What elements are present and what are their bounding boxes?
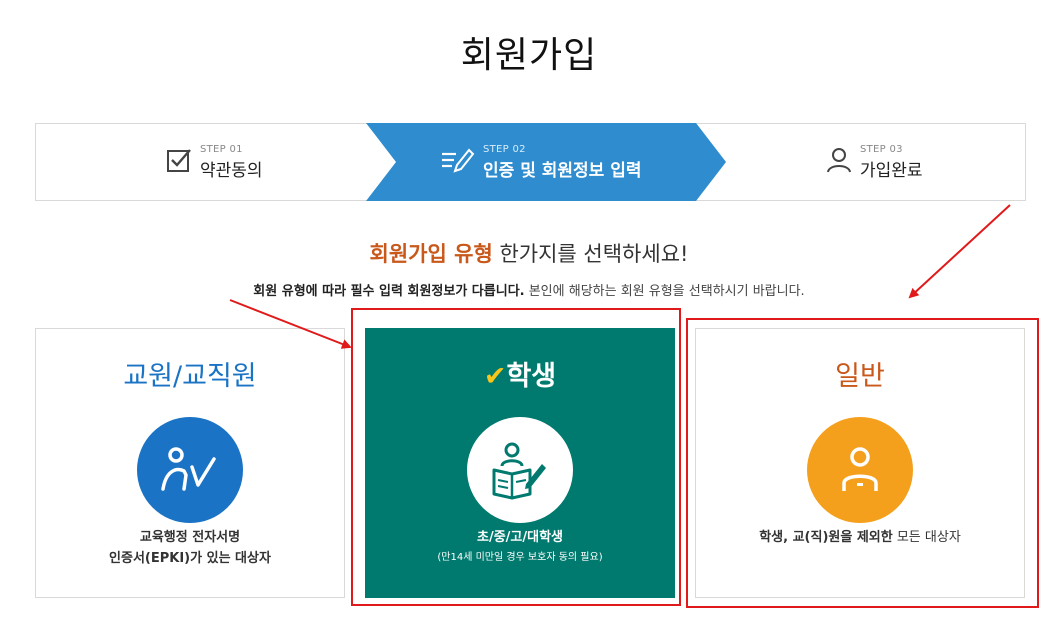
card-teacher-description: 교육행정 전자서명 인증서(EPKI)가 있는 대상자 [36,527,344,569]
card-teacher[interactable]: 교원/교직원 교육행정 전자서명 인증서(EPKI)가 있는 대상자 [35,328,345,598]
description-rest: 본인에 해당하는 회원 유형을 선택하시기 바랍니다. [524,284,805,299]
card-general-bold: 학생, 교(직)원을 제외한 [759,530,893,545]
card-teacher-title: 교원/교직원 [123,361,257,392]
step-3-label: 가입완료 [860,160,923,181]
card-student-title-text: 학생 [506,361,557,392]
form-edit-icon [441,146,475,178]
step-progress-bar: STEP 01 약관동의 STEP 02 인증 및 회원정보 입력 STEP 0… [35,123,1026,201]
subheading-rest: 한가지를 선택하세요! [492,242,689,266]
check-icon: ✔ [483,361,507,392]
card-general-rest: 모든 대상자 [892,530,961,545]
step-1-label: 약관동의 [200,160,263,181]
page-title: 회원가입 [460,35,598,76]
subheading-highlight: 회원가입 유형 [369,242,493,266]
checkbox-icon [166,147,192,177]
step-3-number: STEP 03 [860,143,903,155]
step-2-label: 인증 및 회원정보 입력 [483,160,642,181]
step-2: STEP 02 인증 및 회원정보 입력 [441,124,642,200]
card-student[interactable]: ✔학생 초/중/고/대학생 (만14세 미만일 경우 보호자 동의 필요) [365,328,675,598]
description: 회원 유형에 따라 필수 입력 회원정보가 다릅니다. 본인에 해당하는 회원 … [0,280,1058,299]
step-3: STEP 03 가입완료 [826,124,923,200]
card-general-description: 학생, 교(직)원을 제외한 모든 대상자 [696,527,1024,548]
step-1: STEP 01 약관동의 [166,124,263,200]
student-reading-icon [467,417,573,523]
step-1-number: STEP 01 [200,143,243,155]
subheading: 회원가입 유형 한가지를 선택하세요! [0,238,1058,268]
card-student-note: (만14세 미만일 경우 보호자 동의 필요) [437,552,603,563]
card-teacher-line2: 인증서(EPKI)가 있는 대상자 [109,551,271,566]
teacher-icon [137,417,243,523]
person-icon [807,417,913,523]
card-general[interactable]: 일반 학생, 교(직)원을 제외한 모든 대상자 [695,328,1025,598]
card-student-line1: 초/중/고/대학생 [476,530,563,545]
card-student-title: ✔학생 [366,354,674,393]
step-2-number: STEP 02 [483,143,526,155]
card-general-title: 일반 [835,361,885,392]
user-icon [826,147,852,177]
card-student-description: 초/중/고/대학생 (만14세 미만일 경우 보호자 동의 필요) [366,527,674,566]
description-bold: 회원 유형에 따라 필수 입력 회원정보가 다릅니다. [253,284,525,299]
card-teacher-line1: 교육행정 전자서명 [139,530,241,545]
